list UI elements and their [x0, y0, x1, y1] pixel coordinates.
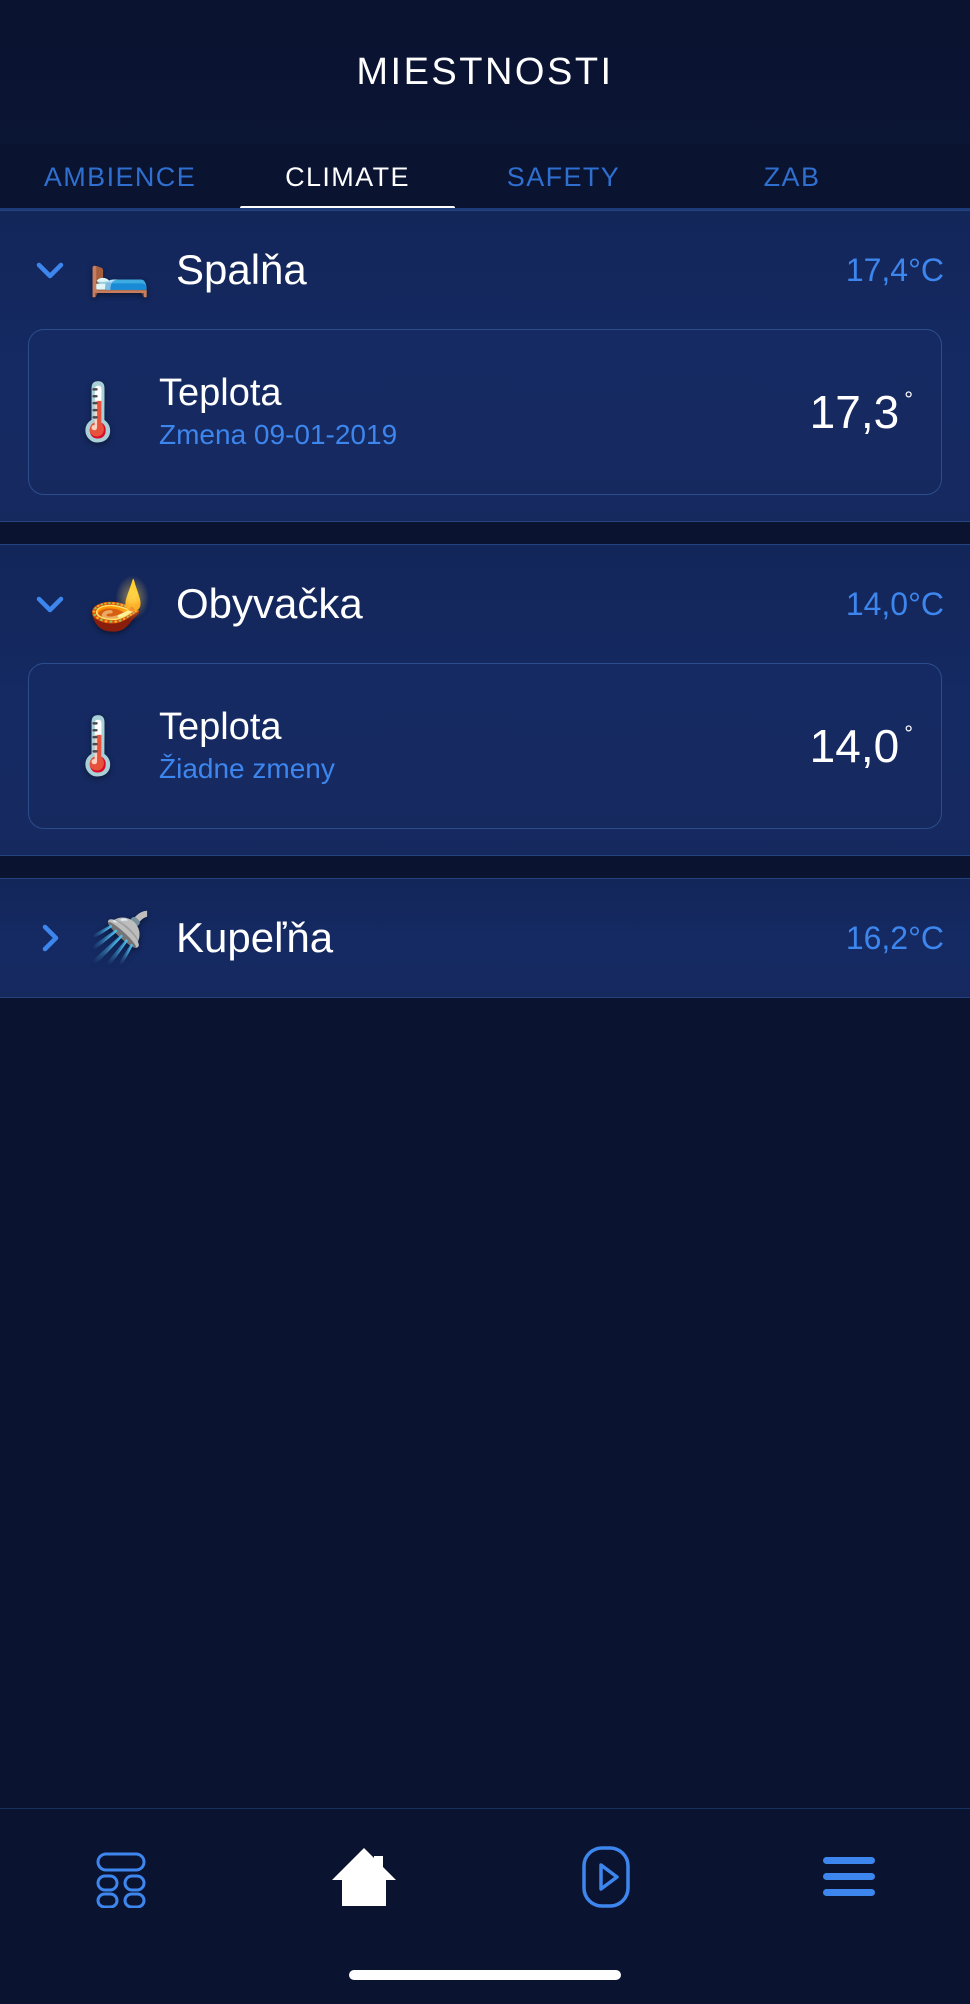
device-text: Teplota Zmena 09-01-2019	[159, 372, 810, 451]
device-title: Teplota	[159, 372, 282, 415]
device-title: Teplota	[159, 706, 282, 749]
nav-home[interactable]	[243, 1844, 486, 1915]
device-value-number: 17,3	[809, 386, 900, 438]
room-separator	[0, 522, 970, 544]
page-title: MIESTNOSTI	[356, 50, 614, 93]
room-card: 🛏️ Spalňa 17,4°C 🌡️ Teplota Zmena 09-01-…	[0, 210, 970, 522]
room-temperature: 16,2°C	[845, 919, 944, 956]
room-separator	[0, 856, 970, 878]
tab-safety[interactable]: SAFETY	[455, 144, 672, 210]
device-value-number: 14,0	[809, 720, 900, 772]
room-name: Obyvačka	[176, 580, 363, 627]
tab-safety-label: SAFETY	[506, 161, 621, 192]
device-text: Teplota Žiadne zmeny	[159, 706, 810, 785]
device-row[interactable]: 🌡️ Teplota Zmena 09-01-2019 17,3 °	[28, 329, 942, 495]
room-list: 🛏️ Spalňa 17,4°C 🌡️ Teplota Zmena 09-01-…	[0, 210, 970, 998]
nav-dashboard[interactable]	[0, 1846, 243, 1913]
room-temperature: 17,4°C	[845, 251, 944, 288]
room-name: Kupeľňa	[176, 914, 334, 961]
bed-icon: 🛏️	[88, 242, 152, 298]
device-subtitle: Žiadne zmeny	[159, 753, 335, 785]
media-play-icon	[574, 1843, 638, 1916]
tab-climate[interactable]: CLIMATE	[240, 144, 455, 210]
chevron-down-icon[interactable]	[22, 576, 78, 632]
room-header-kupelna[interactable]: 🚿 Kupeľňa 16,2°C	[0, 879, 970, 997]
nav-menu[interactable]	[728, 1849, 970, 1910]
room-name: Spalňa	[176, 246, 307, 293]
nav-media[interactable]	[485, 1843, 728, 1916]
shower-icon: 🚿	[88, 910, 152, 966]
tab-ambience[interactable]: AMBIENCE	[0, 144, 240, 210]
device-value-unit: °	[904, 387, 913, 412]
device-list: 🌡️ Teplota Žiadne zmeny 14,0 °	[0, 663, 970, 855]
room-card: 🚿 Kupeľňa 16,2°C	[0, 878, 970, 998]
device-row[interactable]: 🌡️ Teplota Žiadne zmeny 14,0 °	[28, 663, 942, 829]
home-icon	[328, 1844, 400, 1915]
room-temperature: 14,0°C	[845, 585, 944, 622]
bottom-nav-row	[0, 1809, 970, 1949]
tab-climate-label: CLIMATE	[285, 161, 410, 192]
thermometer-icon: 🌡️	[63, 714, 133, 777]
tab-bar: AMBIENCE CLIMATE SAFETY ZAB	[0, 144, 970, 210]
room-card: 🪔 Obyvačka 14,0°C 🌡️ Teplota Žiadne zmen…	[0, 544, 970, 856]
home-indicator[interactable]	[349, 1970, 621, 1980]
thermometer-icon: 🌡️	[63, 380, 133, 443]
dashboard-icon	[90, 1846, 152, 1913]
chevron-right-icon[interactable]	[22, 910, 78, 966]
room-header-obyvacka[interactable]: 🪔 Obyvačka 14,0°C	[0, 545, 970, 663]
chevron-down-icon[interactable]	[22, 242, 78, 298]
tab-zab-label: ZAB	[763, 161, 821, 192]
device-value-unit: °	[904, 721, 913, 746]
fireplace-icon: 🪔	[88, 576, 152, 632]
tab-ambience-label: AMBIENCE	[43, 161, 197, 192]
menu-icon	[817, 1849, 881, 1910]
app-header: MIESTNOSTI	[0, 0, 970, 144]
device-value: 17,3 °	[810, 385, 913, 439]
device-subtitle: Zmena 09-01-2019	[159, 419, 398, 451]
tab-zab[interactable]: ZAB	[672, 144, 912, 210]
device-value: 14,0 °	[810, 719, 913, 773]
room-header-spalna[interactable]: 🛏️ Spalňa 17,4°C	[0, 211, 970, 329]
bottom-navigation	[0, 1808, 970, 2004]
device-list: 🌡️ Teplota Zmena 09-01-2019 17,3 °	[0, 329, 970, 521]
